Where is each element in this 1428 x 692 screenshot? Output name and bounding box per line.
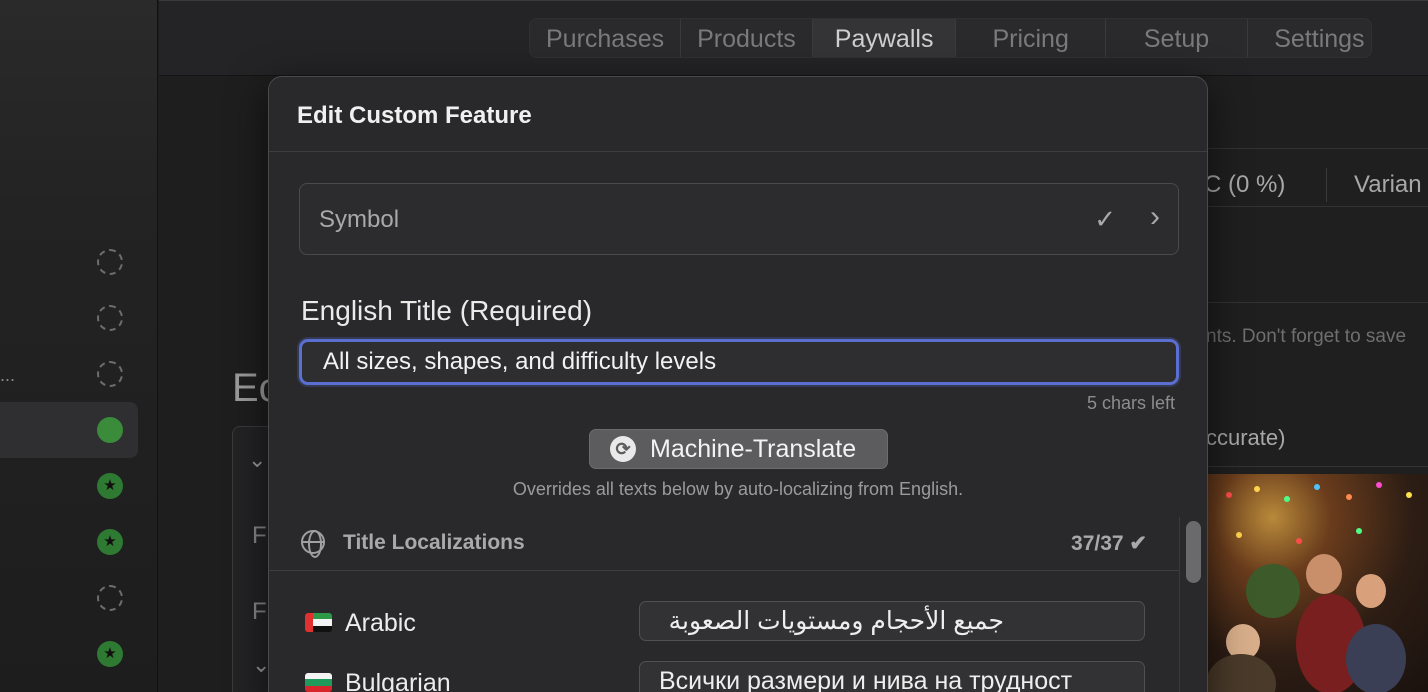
globe-icon [301,530,325,558]
divider [1206,302,1428,303]
tab-products[interactable]: Products [681,19,813,57]
symbol-label: Symbol [319,206,400,233]
status-empty-icon [97,361,123,387]
tab-setup[interactable]: Setup [1106,19,1249,57]
status-empty-icon [97,585,123,611]
localizations-title: Title Localizations [343,531,525,554]
feature-label: F [252,598,267,625]
localizations-count: 37/37 ✔ [1071,532,1147,555]
divider [1326,168,1327,202]
tab-bar: Purchases Products Paywalls Pricing Setu… [529,18,1372,58]
tab-pricing[interactable]: Pricing [956,19,1106,57]
accuracy-note: ccurate) [1206,425,1286,450]
dialog-title: Edit Custom Feature [297,102,532,129]
scrollbar-thumb[interactable] [1186,521,1201,583]
refresh-icon: ⟳ [610,436,636,462]
divider [1206,466,1428,467]
divider [1206,206,1428,207]
status-star-icon: ★ [97,641,123,667]
chevron-down-icon[interactable]: ⌄ [248,447,266,473]
localization-input[interactable]: جميع الأحجام ومستويات الصعوبة [639,601,1145,641]
sidebar: ... ★ ★ ★ [0,0,158,692]
language-name: Arabic [345,609,416,637]
paywall-preview-image [1206,474,1428,692]
chevron-right-icon[interactable]: › [1150,200,1160,234]
app-window: ... ★ ★ ★ Purchases Products Paywalls Pr… [0,0,1428,692]
localization-input[interactable]: Всички размери и нива на трудност [639,661,1145,692]
scroll-track [1179,517,1180,692]
status-empty-icon [97,305,123,331]
feature-label: F [252,522,267,549]
chars-left-counter: 5 chars left [1086,393,1175,413]
status-star-icon: ★ [97,473,123,499]
status-full-icon [97,417,123,443]
bulgaria-flag-icon [305,673,332,692]
tab-settings[interactable]: Settings [1248,19,1370,57]
symbol-picker[interactable]: Symbol ✓ › [299,183,1179,255]
language-name: Bulgarian [345,669,451,692]
divider [1206,148,1428,149]
sidebar-truncated-label: ... [0,365,16,385]
top-bar: Purchases Products Paywalls Pricing Setu… [159,0,1428,76]
tab-paywalls[interactable]: Paywalls [812,19,957,57]
variant-header: Varian [1354,171,1422,198]
dialog-header: Edit Custom Feature [269,77,1207,152]
list-item: Bulgarian Всички размери и нива на трудн… [269,657,1179,692]
machine-translate-button[interactable]: ⟳ Machine-Translate [589,429,888,469]
edit-feature-dialog: Edit Custom Feature Symbol ✓ › English T… [268,76,1208,692]
status-star-icon: ★ [97,529,123,555]
localizations-header: Title Localizations 37/37 ✔ [269,517,1179,571]
english-title-input[interactable] [299,339,1179,385]
tab-purchases[interactable]: Purchases [530,19,682,57]
conversion-header: C (0 %) [1204,171,1286,198]
status-empty-icon [97,249,123,275]
save-hint: nts. Don't forget to save [1206,326,1407,347]
uae-flag-icon [305,613,332,632]
checkmark-icon: ✓ [1094,204,1116,234]
machine-translate-description: Overrides all texts below by auto-locali… [512,479,964,499]
english-title-label: English Title (Required) [301,295,593,326]
list-item: Arabic جميع الأحجام ومستويات الصعوبة [269,597,1179,653]
machine-translate-label: Machine-Translate [650,434,857,463]
